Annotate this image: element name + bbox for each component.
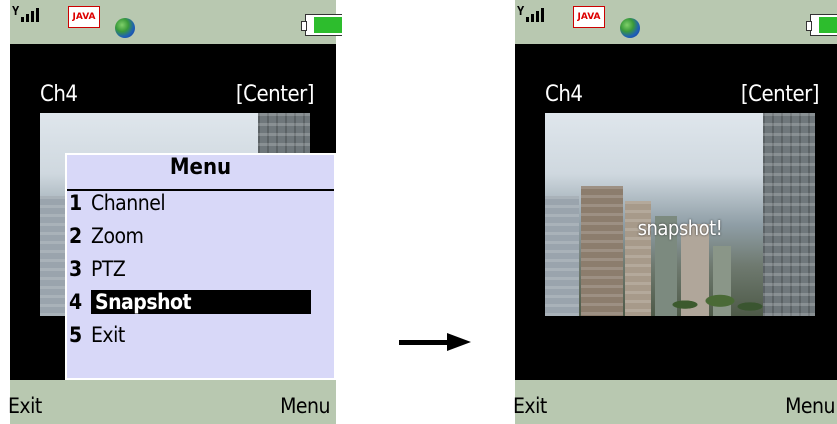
exit-softkey[interactable]: Exit (513, 394, 547, 418)
menu-softkey[interactable]: Menu (785, 394, 835, 418)
status-bar: Y JAVA (10, 0, 342, 44)
battery-icon (301, 14, 342, 36)
menu-item-label: PTZ (91, 257, 126, 281)
right-arrow-icon (399, 333, 473, 351)
status-bar: Y JAVA (515, 0, 837, 44)
menu-softkey[interactable]: Menu (280, 394, 330, 418)
menu-item-exit[interactable]: 5 Exit (67, 323, 334, 356)
globe-icon (620, 18, 640, 38)
menu-item-number: 2 (69, 224, 82, 248)
menu-item-label: Snapshot (91, 290, 312, 314)
menu-item-number: 1 (69, 191, 82, 215)
menu-item-number: 3 (69, 257, 82, 281)
menu-item-channel[interactable]: 1 Channel (67, 191, 334, 224)
menu-item-number: 4 (69, 290, 82, 314)
menu-item-number: 5 (69, 323, 82, 347)
phone-screen-snapshot: Y JAVA Ch4 [Center] snapshot! Exit Menu (513, 0, 837, 424)
menu-item-label: Exit (91, 323, 125, 347)
camera-image: snapshot! (545, 113, 815, 316)
menu-item-label: Channel (91, 191, 166, 215)
menu-item-ptz[interactable]: 3 PTZ (67, 257, 334, 290)
menu-title: Menu (67, 155, 334, 191)
java-icon: JAVA (573, 6, 605, 28)
view-mode-label: [Center] (235, 82, 315, 107)
snapshot-confirmation: snapshot! (637, 216, 723, 240)
menu-item-label: Zoom (91, 224, 144, 248)
java-icon: JAVA (68, 6, 100, 28)
battery-icon (806, 14, 837, 36)
options-menu: Menu 1 Channel 2 Zoom 3 PTZ 4 Snapshot 5 Exit (65, 153, 336, 380)
menu-item-zoom[interactable]: 2 Zoom (67, 224, 334, 257)
menu-item-snapshot[interactable]: 4 Snapshot (67, 290, 334, 323)
menu-list: 1 Channel 2 Zoom 3 PTZ 4 Snapshot 5 Exit (67, 191, 334, 356)
channel-label: Ch4 (40, 82, 78, 107)
softkey-bar: Exit Menu (513, 380, 837, 424)
softkey-bar: Exit Menu (8, 380, 336, 424)
globe-icon (115, 18, 135, 38)
channel-label: Ch4 (545, 82, 583, 107)
view-mode-label: [Center] (740, 82, 820, 107)
exit-softkey[interactable]: Exit (8, 394, 42, 418)
phone-screen-menu: Y JAVA Ch4 [Center] Menu 1 Channel 2 Zoom (8, 0, 342, 424)
